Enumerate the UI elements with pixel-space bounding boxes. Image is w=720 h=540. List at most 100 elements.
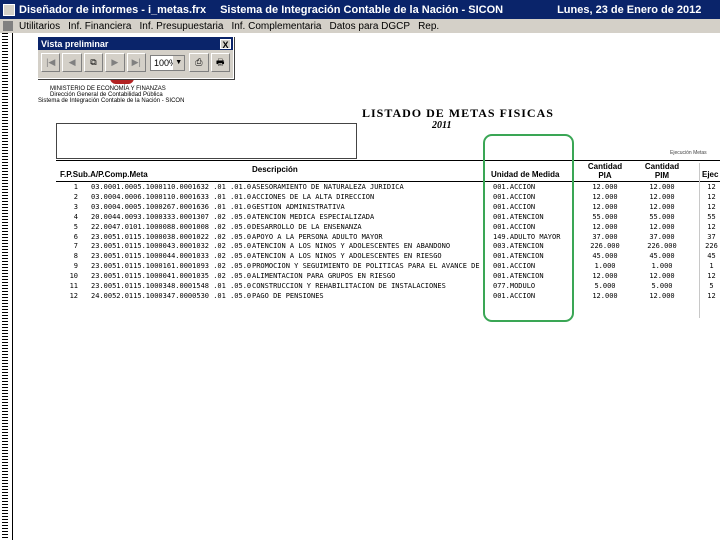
preview-toolbar-window[interactable]: Vista preliminar X |◀ ◀ ⧉ ▶ ▶| 100% ▼ ⎙ …	[37, 36, 234, 79]
ruler-strip	[0, 33, 13, 540]
row-4-desc: ATENCION MEDICA ESPECIALIZADA	[252, 212, 375, 221]
col-codes-header: F.P.Sub.A/P.Comp.Meta	[60, 170, 148, 179]
row-10-pia: 12.000	[592, 272, 618, 281]
menu-inf-complementaria[interactable]: Inf. Complementaria	[227, 21, 325, 32]
menu-inf-financiera[interactable]: Inf. Financiera	[64, 21, 135, 32]
row-9-desc: PROMOCION Y SEGUIMIENTO DE POLITICAS PAR…	[252, 262, 480, 271]
row-9-pia: 1.000	[594, 262, 616, 271]
row-10-ej: 12	[707, 272, 716, 281]
row-1-n: 1	[73, 183, 78, 191]
preview-title: Vista preliminar	[41, 38, 109, 49]
row-4-pim: 55.000	[649, 212, 675, 221]
col-pim-header: Cantidad PIM	[644, 162, 680, 180]
row-7-pim: 226.000	[647, 242, 677, 251]
row-7-pia: 226.000	[590, 242, 620, 251]
row-9-codes: 23.0051.0115.1000161.0001093 .02 .05.000…	[91, 262, 251, 271]
row-5-pim: 12.000	[649, 222, 675, 231]
report-title: LISTADO DE METAS FISICAS	[362, 106, 554, 120]
row-5-n: 5	[73, 222, 78, 231]
next-page-icon[interactable]: ▶	[105, 53, 125, 72]
row-12-codes: 24.0052.0115.1000347.0000530 .01 .05.000…	[91, 291, 251, 300]
row-5-ej: 12	[707, 222, 716, 231]
close-icon[interactable]: X	[220, 38, 231, 50]
row-12-n: 12	[69, 291, 78, 300]
row-5-pia: 12.000	[592, 222, 618, 231]
row-4-ej: 55	[707, 212, 716, 221]
app-icon	[3, 3, 15, 16]
row-11-codes: 23.0051.0115.1000348.0001548 .01 .05.000…	[91, 282, 251, 290]
row-7-n: 7	[73, 242, 78, 251]
prev-page-icon[interactable]: ◀	[62, 53, 82, 72]
row-2-desc: ACCIONES DE LA ALTA DIRECCION	[252, 192, 375, 201]
ministry-header: MINISTERIO DE ECONOMÍA Y FINANZAS Direcc…	[38, 86, 184, 104]
row-11-pia: 5.000	[594, 282, 616, 290]
col-exec-header: Ejec	[702, 170, 719, 179]
row-11-ej: 5	[709, 282, 714, 290]
menu-inf-presupuestaria[interactable]: Inf. Presupuestaria	[136, 21, 228, 32]
row-9-pim: 1.000	[651, 262, 673, 271]
row-1-desc: ASESORAMIENTO DE NATURALEZA JURIDICA	[252, 183, 404, 191]
row-1-ej: 12	[707, 183, 716, 191]
row-6-desc: APOYO A LA PERSONA ADULTO MAYOR	[252, 232, 383, 241]
row-11-n: 11	[69, 282, 78, 290]
row-3-ej: 12	[707, 202, 716, 211]
row-9-n: 9	[73, 262, 78, 271]
row-11-pim: 5.000	[651, 282, 673, 290]
row-4-codes: 20.0044.0093.1000333.0001307 .02 .05.000…	[91, 212, 251, 221]
menu-datos-dgcp[interactable]: Datos para DGCP	[325, 21, 414, 32]
row-1-codes: 03.0001.0005.1000110.0001632 .01 .01.000…	[91, 183, 251, 191]
preview-titlebar[interactable]: Vista preliminar X	[38, 37, 233, 50]
row-12-pim: 12.000	[649, 291, 675, 300]
col-description-header: Descripción	[252, 165, 298, 174]
row-8-pim: 45.000	[649, 252, 675, 261]
print-icon[interactable]: 🖶	[210, 53, 230, 72]
row-3-codes: 03.0004.0005.1000267.0001636 .01 .01.000…	[91, 202, 251, 211]
row-1-pia: 12.000	[592, 183, 618, 191]
row-2-pim: 12.000	[649, 192, 675, 201]
col-pia-header: Cantidad PIA	[587, 162, 623, 180]
row-7-desc: ATENCION A LOS NIÑOS Y ADOLESCENTES EN A…	[252, 242, 451, 251]
header-right-text: Ejecución Metas	[670, 150, 707, 156]
ministry-line-3: Sistema de Integración Contable de la Na…	[38, 98, 185, 104]
row-10-desc: ALIMENTACION PARA GRUPOS EN RIESGO	[252, 272, 396, 281]
row-2-ej: 12	[707, 192, 716, 201]
row-3-desc: GESTION ADMINISTRATIVA	[252, 202, 345, 211]
row-2-pia: 12.000	[592, 192, 618, 201]
row-6-n: 6	[73, 232, 78, 241]
row-2-codes: 03.0004.0006.1000110.0001633 .01 .01.000…	[91, 192, 251, 201]
row-6-pia: 37.000	[592, 232, 618, 241]
row-8-ej: 45	[707, 252, 716, 261]
row-3-n: 3	[73, 202, 78, 211]
title-app: Diseñador de informes - i_metas.frx	[19, 3, 207, 16]
row-9-ej: 1	[709, 262, 714, 271]
menu-rep[interactable]: Rep.	[414, 21, 443, 32]
row-8-codes: 23.0051.0115.1000044.0001033 .02 .05.000…	[91, 252, 251, 261]
menu-app-icon	[3, 21, 13, 31]
row-3-pia: 12.000	[592, 202, 618, 211]
menu-utilitarios[interactable]: Utilitarios	[15, 21, 64, 32]
row-3-pim: 12.000	[649, 202, 675, 211]
print-setup-icon[interactable]: ⎙	[189, 53, 209, 72]
zoom-select[interactable]: 100% ▼	[149, 54, 186, 71]
row-11-desc: CONSTRUCCION Y REHABILITACION DE INSTALA…	[252, 282, 446, 290]
row-4-n: 4	[73, 212, 78, 221]
row-6-codes: 23.0051.0115.1000038.0001022 .02 .05.000…	[91, 232, 251, 241]
chevron-down-icon[interactable]: ▼	[173, 55, 185, 70]
first-page-icon[interactable]: |◀	[41, 53, 61, 72]
row-1-pim: 12.000	[649, 183, 675, 191]
row-7-codes: 23.0051.0115.1000043.0001032 .02 .05.000…	[91, 242, 251, 251]
row-12-pia: 12.000	[592, 291, 618, 300]
row-8-desc: ATENCION A LOS NIÑOS Y ADOLESCENTES EN R…	[252, 252, 442, 261]
title-system: Sistema de Integración Contable de la Na…	[220, 3, 504, 16]
unit-column-highlight	[483, 134, 574, 322]
header-rule-bottom	[56, 181, 720, 182]
row-5-codes: 22.0047.0101.1000088.0001008 .02 .05.000…	[91, 222, 251, 231]
goto-page-icon[interactable]: ⧉	[83, 53, 104, 72]
row-6-pim: 37.000	[649, 232, 675, 241]
last-page-icon[interactable]: ▶|	[126, 53, 146, 72]
row-2-n: 2	[73, 192, 78, 201]
title-date: Lunes, 23 de Enero de 2012	[557, 3, 702, 16]
menu-bar: Utilitarios Inf. Financiera Inf. Presupu…	[0, 19, 720, 34]
row-10-codes: 23.0051.0115.1000041.0001035 .02 .05.000…	[91, 272, 251, 281]
title-bar: Diseñador de informes - i_metas.frx Sist…	[0, 0, 720, 19]
